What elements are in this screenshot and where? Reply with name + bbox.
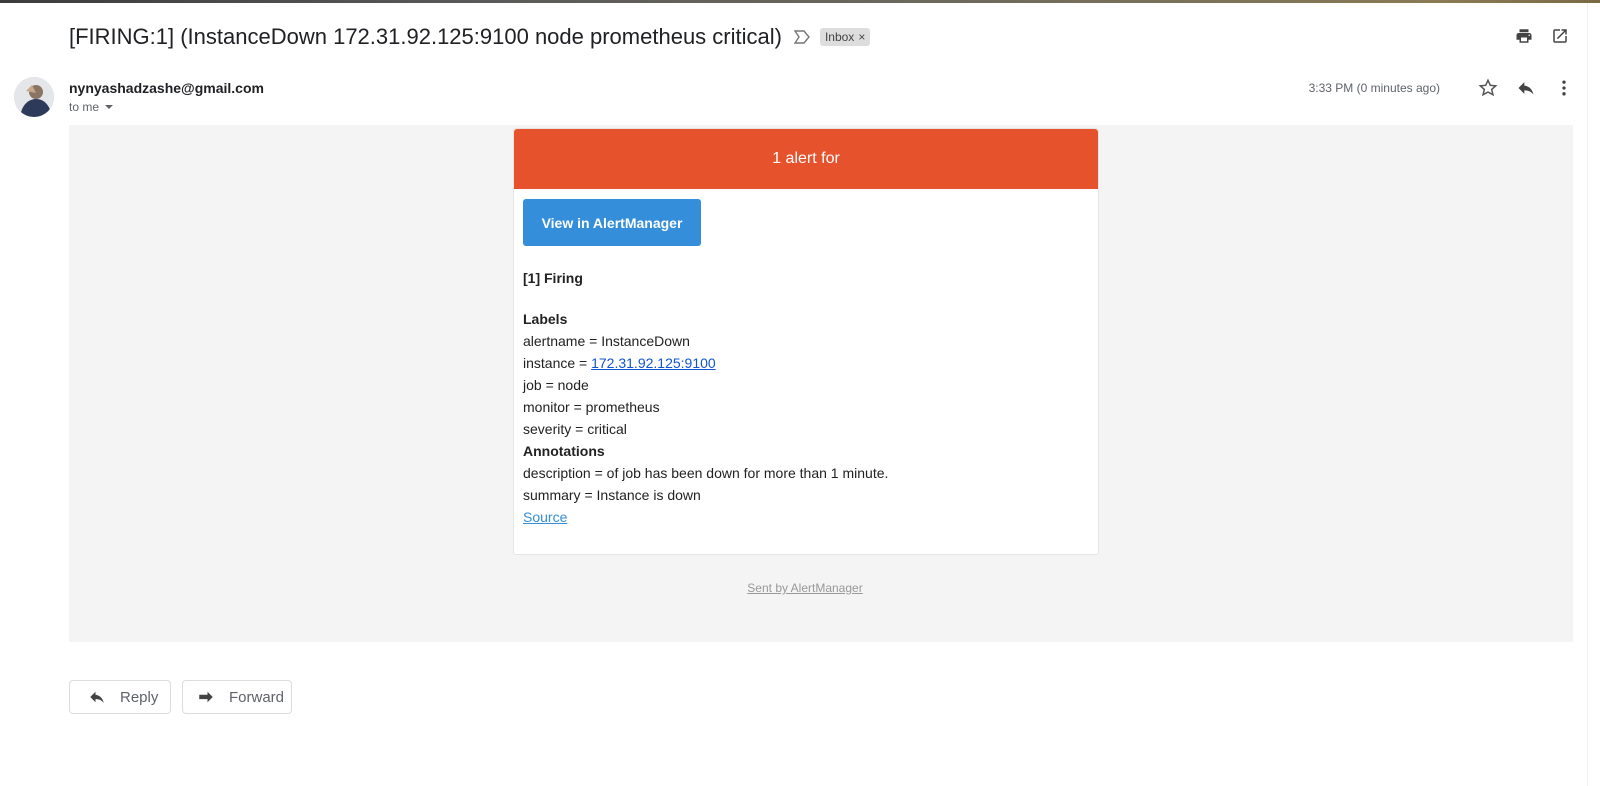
star-icon[interactable]	[1478, 78, 1498, 98]
forward-button[interactable]: Forward	[182, 680, 292, 714]
message-timestamp: 3:33 PM (0 minutes ago)	[1308, 81, 1440, 95]
instance-link[interactable]: 172.31.92.125:9100	[591, 355, 716, 371]
reply-icon	[90, 691, 104, 703]
reply-icon[interactable]	[1516, 78, 1536, 98]
labels-heading: Labels	[523, 311, 568, 327]
sender-email[interactable]: nynyashadzashe@gmail.com	[69, 80, 264, 96]
print-icon[interactable]	[1514, 26, 1534, 46]
recipient-text: to me	[69, 100, 100, 114]
label-alertname: alertname = InstanceDown	[523, 333, 690, 349]
annotations-heading: Annotations	[523, 443, 605, 459]
forward-icon	[199, 691, 213, 703]
subject-row: [FIRING:1] (InstanceDown 172.31.92.125:9…	[69, 22, 871, 52]
alert-details: [1] Firing Labels alertname = InstanceDo…	[523, 267, 1083, 528]
recipient-line: to me	[69, 100, 114, 114]
label-severity: severity = critical	[523, 421, 627, 437]
browser-top-edge	[0, 0, 1600, 3]
label-instance: instance = 172.31.92.125:9100	[523, 352, 1083, 374]
alert-card: 1 alert for View in AlertManager [1] Fir…	[513, 128, 1099, 555]
annotation-description: description = of job has been down for m…	[523, 465, 889, 481]
label-instance-prefix: instance =	[523, 355, 592, 371]
source-link[interactable]: Source	[523, 509, 567, 525]
view-in-alertmanager-button[interactable]: View in AlertManager	[523, 199, 701, 246]
firing-heading: [1] Firing	[523, 270, 583, 286]
open-in-new-window-icon[interactable]	[1550, 26, 1570, 46]
label-job: job = node	[523, 377, 589, 393]
reply-button[interactable]: Reply	[69, 680, 171, 714]
scrollbar-track[interactable]	[1587, 3, 1600, 786]
email-subject: [FIRING:1] (InstanceDown 172.31.92.125:9…	[69, 24, 782, 49]
inbox-label-text: Inbox	[824, 30, 855, 44]
sender-avatar[interactable]	[14, 77, 54, 117]
label-monitor: monitor = prometheus	[523, 399, 660, 415]
more-vert-icon[interactable]	[1554, 78, 1574, 98]
sent-by-footer: Sent by AlertManager	[69, 581, 1541, 595]
inbox-label-chip[interactable]: Inbox ×	[819, 28, 871, 46]
message-meta: 3:33 PM (0 minutes ago)	[1309, 78, 1574, 98]
forward-label: Forward	[229, 688, 285, 706]
reply-label: Reply	[120, 688, 159, 706]
remove-label-icon[interactable]: ×	[858, 30, 865, 44]
alert-header: 1 alert for	[514, 129, 1098, 189]
chevron-down-icon[interactable]	[105, 105, 114, 109]
sent-by-alertmanager-link[interactable]: Sent by AlertManager	[747, 581, 862, 595]
thread-actions	[1514, 26, 1570, 46]
annotation-summary: summary = Instance is down	[523, 487, 701, 503]
importance-marker-icon[interactable]	[793, 30, 810, 44]
